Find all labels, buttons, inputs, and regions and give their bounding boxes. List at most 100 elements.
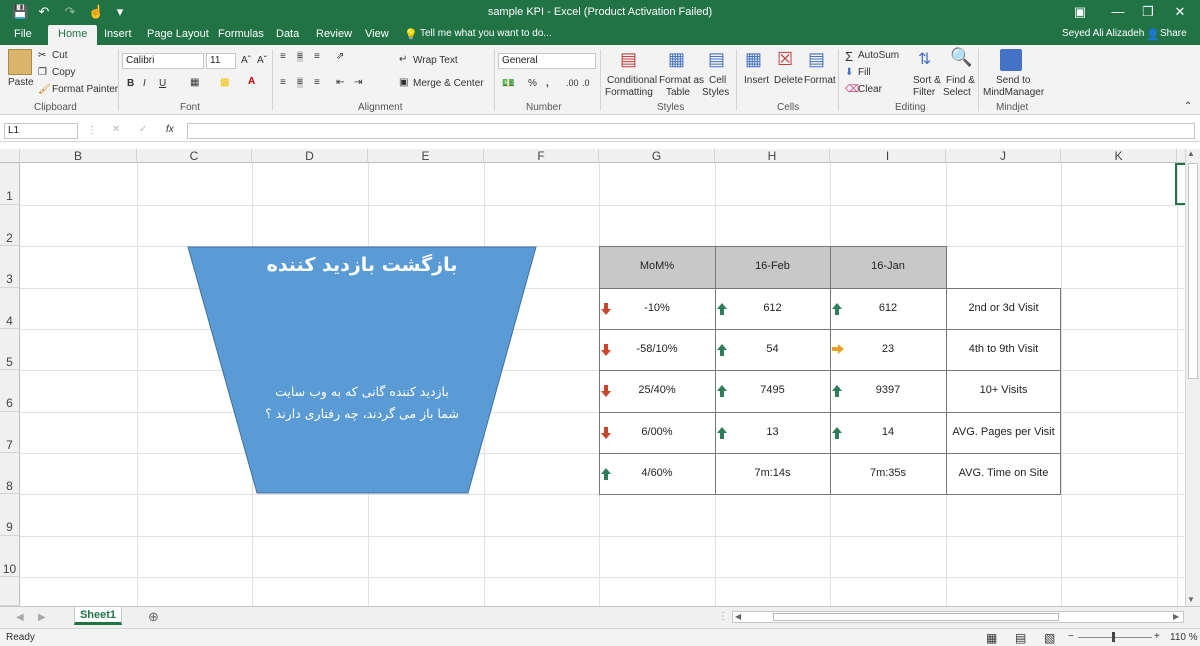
row-header-7[interactable]: 7 — [0, 412, 20, 453]
table-cell-jan[interactable]: 7m:35s — [830, 453, 946, 494]
cell-styles-label[interactable]: Cell — [709, 75, 726, 86]
select-all-corner[interactable] — [0, 149, 20, 163]
fill-button[interactable]: Fill — [858, 67, 871, 78]
vertical-scroll-thumb[interactable] — [1188, 163, 1198, 379]
font-name-box[interactable]: Calibri — [122, 53, 204, 69]
col-header-k[interactable]: K — [1061, 149, 1177, 163]
table-cell-label[interactable]: 10+ Visits — [946, 370, 1061, 411]
confirm-entry-icon[interactable]: ✓ — [139, 124, 147, 135]
format-as-table-label[interactable]: Format as — [659, 75, 704, 86]
sort-filter-icon[interactable]: ⇅ — [918, 49, 931, 69]
font-size-box[interactable]: 11 — [206, 53, 236, 69]
restore-icon[interactable]: ❐ — [1140, 4, 1156, 20]
format-as-table-icon[interactable]: ▦ — [668, 49, 685, 70]
format-painter-icon[interactable]: 🖌 — [38, 84, 51, 95]
autosum-icon[interactable]: Σ — [845, 49, 853, 64]
tab-page-layout[interactable]: Page Layout — [147, 28, 209, 40]
paste-icon[interactable] — [8, 49, 32, 75]
decrease-indent-icon[interactable]: ⇤ — [336, 77, 344, 88]
format-cells-icon[interactable]: ▤ — [808, 49, 825, 70]
header-16-jan[interactable]: 16-Jan — [830, 246, 946, 287]
decrease-decimal-icon[interactable]: .0 — [582, 78, 590, 88]
format-painter-button[interactable]: Format Painter — [52, 84, 118, 95]
fill-color-icon[interactable]: ▩ — [220, 77, 229, 88]
page-layout-view-icon[interactable]: ▤ — [1015, 631, 1026, 645]
sort-filter-label[interactable]: Sort & — [913, 75, 941, 86]
table-cell-label[interactable]: 4th to 9th Visit — [946, 329, 1061, 370]
prev-sheet-icon[interactable]: ◀ — [16, 612, 24, 623]
scroll-up-icon[interactable]: ▲ — [1187, 149, 1195, 158]
row-header-6[interactable]: 6 — [0, 370, 20, 412]
row-header-2[interactable]: 2 — [0, 205, 20, 246]
col-header-b[interactable]: B — [20, 149, 137, 163]
table-cell-mom[interactable]: 4/60% — [599, 453, 715, 494]
row-header-8[interactable]: 8 — [0, 453, 20, 494]
find-select-label[interactable]: Find & — [946, 75, 975, 86]
align-bottom-icon[interactable]: ≡ — [314, 51, 320, 62]
grow-font-icon[interactable]: Aˆ — [241, 55, 251, 66]
conditional-formatting-label-2[interactable]: Formatting — [605, 87, 653, 98]
next-sheet-icon[interactable]: ▶ — [38, 612, 46, 623]
col-header-e[interactable]: E — [368, 149, 484, 163]
table-cell-feb[interactable]: 13 — [715, 412, 830, 453]
mindmanager-label[interactable]: MindManager — [983, 87, 1044, 98]
conditional-formatting-icon[interactable]: ▤ — [620, 49, 637, 70]
sheet-tab-sheet1[interactable]: Sheet1 — [74, 607, 122, 625]
tab-data[interactable]: Data — [276, 28, 299, 40]
col-header-i[interactable]: I — [830, 149, 946, 163]
user-name[interactable]: Seyed Ali Alizadeh — [1062, 28, 1144, 39]
horizontal-scroll-thumb[interactable] — [773, 613, 1059, 621]
col-header-h[interactable]: H — [715, 149, 830, 163]
row-header-5[interactable]: 5 — [0, 329, 20, 370]
close-icon[interactable]: ✕ — [1172, 4, 1188, 20]
selected-cell-l1[interactable] — [1175, 163, 1185, 205]
ribbon-display-icon[interactable]: ▣ — [1072, 4, 1088, 20]
insert-function-button[interactable]: fx — [166, 124, 174, 135]
accounting-format-icon[interactable]: 💵 — [502, 78, 514, 89]
increase-decimal-icon[interactable]: .00 — [566, 78, 579, 88]
tab-file[interactable]: File — [14, 28, 32, 40]
align-right-icon[interactable]: ≡ — [314, 77, 320, 88]
cell-styles-label-2[interactable]: Styles — [702, 87, 729, 98]
insert-cells-icon[interactable]: ▦ — [745, 49, 762, 70]
table-cell-feb[interactable]: 7495 — [715, 370, 830, 411]
header-mom[interactable]: MoM% — [599, 246, 715, 287]
tell-me-box[interactable]: Tell me what you want to do... — [420, 28, 552, 39]
tab-formulas[interactable]: Formulas — [218, 28, 264, 40]
table-cell-mom[interactable]: -10% — [599, 288, 715, 329]
table-cell-feb[interactable]: 7m:14s — [715, 453, 830, 494]
formula-input[interactable] — [187, 123, 1195, 139]
row-header-1[interactable]: 1 — [0, 163, 20, 205]
underline-button[interactable]: U — [159, 78, 166, 89]
find-select-label-2[interactable]: Select — [943, 87, 971, 98]
normal-view-icon[interactable]: ▦ — [986, 631, 997, 645]
fill-icon[interactable]: ⬇ — [845, 67, 853, 78]
percent-button[interactable]: % — [528, 78, 537, 89]
find-select-icon[interactable]: 🔍 — [950, 47, 972, 68]
shrink-font-icon[interactable]: Aˇ — [257, 55, 267, 66]
tab-home[interactable]: Home — [48, 25, 98, 45]
col-header-g[interactable]: G — [599, 149, 715, 163]
row-header-4[interactable]: 4 — [0, 288, 20, 329]
autosum-button[interactable]: AutoSum — [858, 50, 899, 61]
tab-review[interactable]: Review — [316, 28, 352, 40]
name-box[interactable]: L1 — [4, 123, 78, 139]
borders-icon[interactable]: ▦ — [190, 77, 199, 88]
row-header-10[interactable]: 10 — [0, 536, 20, 577]
table-cell-feb[interactable]: 54 — [715, 329, 830, 370]
collapse-ribbon-icon[interactable]: ⌃ — [1184, 101, 1192, 112]
cancel-entry-icon[interactable]: ✕ — [112, 124, 120, 135]
paste-button[interactable]: Paste — [8, 77, 34, 88]
table-cell-mom[interactable]: 25/40% — [599, 370, 715, 411]
tab-split-icon[interactable]: ⋮ — [718, 611, 728, 622]
row-header-3[interactable]: 3 — [0, 246, 20, 288]
cell-styles-icon[interactable]: ▤ — [708, 49, 725, 70]
tab-insert[interactable]: Insert — [104, 28, 132, 40]
align-middle-icon[interactable]: ≡ — [297, 51, 303, 62]
bold-button[interactable]: B — [127, 78, 134, 89]
mindmanager-icon[interactable] — [1000, 49, 1022, 71]
row-header-9[interactable]: 9 — [0, 494, 20, 536]
merge-center-button[interactable]: Merge & Center — [413, 78, 484, 89]
page-break-view-icon[interactable]: ▧ — [1044, 631, 1055, 645]
table-cell-label[interactable]: 2nd or 3d Visit — [946, 288, 1061, 329]
